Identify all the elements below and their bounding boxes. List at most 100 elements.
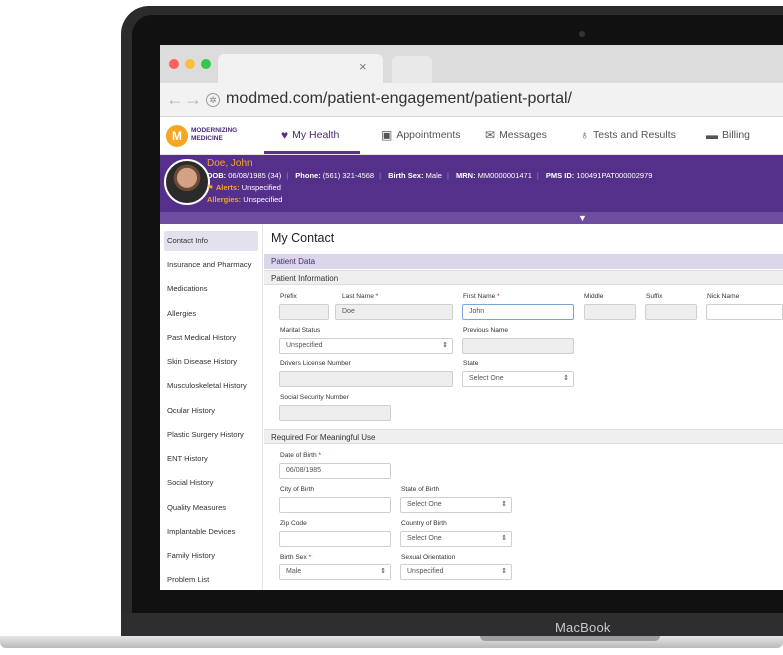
pms-label: PMS ID: [545,171,575,180]
dob-value: 06/08/1985 (34) [228,171,282,180]
nick-name-field[interactable] [706,304,783,320]
sidebar-item-musculoskeletal[interactable]: Musculoskeletal History [164,376,258,396]
sidebar-item-social[interactable]: Social History [164,473,258,493]
suffix-label: Suffix [646,293,663,300]
sidebar-item-contact-info[interactable]: Contact Info [164,231,258,251]
close-window-button[interactable] [169,59,179,69]
country-of-birth-value: Select One [407,535,442,542]
modmed-logo[interactable]: M MODERNIZING MEDICINE [166,124,238,148]
state-of-birth-value: Select One [407,501,442,508]
sidebar: Contact Info Insurance and Pharmacy Medi… [160,224,263,590]
country-of-birth-select[interactable]: Select One ⇕ [400,531,512,547]
flag-icon: ⚑ [207,183,214,192]
sidebar-item-family[interactable]: Family History [164,546,258,566]
sidebar-item-plastic-surgery[interactable]: Plastic Surgery History [164,425,258,445]
nav-tests-results[interactable]: ♁ Tests and Results [580,128,676,142]
birth-sex-select[interactable]: Male ⇕ [279,564,391,580]
previous-name-field[interactable] [462,338,574,354]
site-favicon-icon: ✲ [206,93,220,107]
last-name-field[interactable]: Doe [335,304,453,320]
marital-status-select[interactable]: Unspecified ⇕ [279,338,453,354]
first-name-label: First Name * [463,293,500,300]
nav-messages[interactable]: ✉ Messages [485,128,547,142]
state-value: Select One [469,375,504,382]
mrn-value: MM0000001471 [477,171,532,180]
sex-value: Male [425,171,442,180]
patient-allergies: Allergies: Unspecified [207,195,282,204]
banner-expander[interactable] [160,212,783,224]
chevron-down-icon[interactable]: ▼ [578,213,587,223]
active-nav-indicator [264,151,360,154]
ssn-label: Social Security Number [280,394,349,401]
back-arrow-icon[interactable]: ← [166,89,184,110]
suffix-field[interactable] [645,304,697,320]
ssn-field[interactable] [279,405,391,421]
select-chevron-icon: ⇕ [380,568,386,575]
sexual-orientation-label: Sexual Orientation [401,554,456,561]
zip-code-field[interactable] [279,531,391,547]
state-select[interactable]: Select One ⇕ [462,371,574,387]
city-of-birth-field[interactable] [279,497,391,513]
dob-label: DOB: [207,171,227,180]
address-bar: ← → ✲ modmed.com/patient-engagement/pati… [160,83,783,117]
chat-icon: ✉ [485,128,496,142]
tab-close-icon[interactable]: × [359,59,367,74]
zip-code-label: Zip Code [280,520,307,527]
dob-field[interactable]: 06/08/1985 [279,463,391,479]
card-icon: ▬ [706,128,718,142]
camera-icon [579,31,585,37]
device-brand-label: MacBook [555,620,611,635]
sidebar-item-quality[interactable]: Quality Measures [164,498,258,518]
sidebar-item-ocular[interactable]: Ocular History [164,401,258,421]
sidebar-item-allergies[interactable]: Allergies [164,304,258,324]
middle-field[interactable] [584,304,636,320]
nav-appointments[interactable]: ▣ Appointments [381,128,461,142]
heart-icon: ♥ [281,128,289,142]
select-chevron-icon: ⇕ [501,535,507,542]
state-of-birth-select[interactable]: Select One ⇕ [400,497,512,513]
dob-field-value: 06/08/1985 [286,467,322,474]
country-of-birth-label: Country of Birth [401,520,447,527]
pms-value: 100491PAT000002979 [576,171,653,180]
sidebar-item-medications[interactable]: Medications [164,279,258,299]
middle-label: Middle [584,293,604,300]
phone-label: Phone: [295,171,321,180]
select-chevron-icon: ⇕ [442,342,448,349]
new-tab-button[interactable] [392,56,432,83]
nav-billing[interactable]: ▬ Billing [706,128,750,142]
sidebar-item-implantable[interactable]: Implantable Devices [164,522,258,542]
marital-status-label: Marital Status [280,327,321,334]
drivers-license-field[interactable] [279,371,453,387]
patient-details: DOB: 06/08/1985 (34) | Phone: (561) 321-4… [207,171,653,180]
minimize-window-button[interactable] [185,59,195,69]
sexual-orientation-value: Unspecified [407,568,444,575]
maximize-window-button[interactable] [201,59,211,69]
phone-value: (561) 321-4568 [322,171,375,180]
patient-alerts[interactable]: ⚑ Alerts: Unspecified [207,183,281,192]
prefix-label: Prefix [280,293,297,300]
sidebar-item-ent[interactable]: ENT History [164,449,258,469]
prefix-field[interactable] [279,304,329,320]
last-name-label: Last Name * [342,293,379,300]
nav-label: My Health [292,129,340,141]
url-text[interactable]: modmed.com/patient-engagement/patient-po… [226,90,572,108]
section-patient-data: Patient Data [264,254,783,269]
select-chevron-icon: ⇕ [563,375,569,382]
marital-status-value: Unspecified [286,342,323,349]
sidebar-item-skin-disease[interactable]: Skin Disease History [164,352,258,372]
mrn-label: MRN: [455,171,476,180]
allergies-value: Unspecified [243,195,283,204]
sidebar-item-insurance[interactable]: Insurance and Pharmacy [164,255,258,275]
sidebar-item-problem-list[interactable]: Problem List [164,570,258,590]
forward-arrow-icon[interactable]: → [184,89,202,110]
dob-field-label: Date of Birth * [280,452,322,459]
nav-my-health[interactable]: ♥ My Health [281,128,339,142]
sexual-orientation-select[interactable]: Unspecified ⇕ [400,564,512,580]
birth-sex-value: Male [286,568,302,575]
section-meaningful-use: Required For Meaningful Use [264,429,783,444]
patient-name: Doe, John [207,158,253,169]
first-name-field[interactable]: John [462,304,574,320]
last-name-value: Doe [342,308,355,315]
app-navbar: M MODERNIZING MEDICINE ♥ My Health ▣ Appoi… [160,117,783,155]
sidebar-item-past-medical[interactable]: Past Medical History [164,328,258,348]
